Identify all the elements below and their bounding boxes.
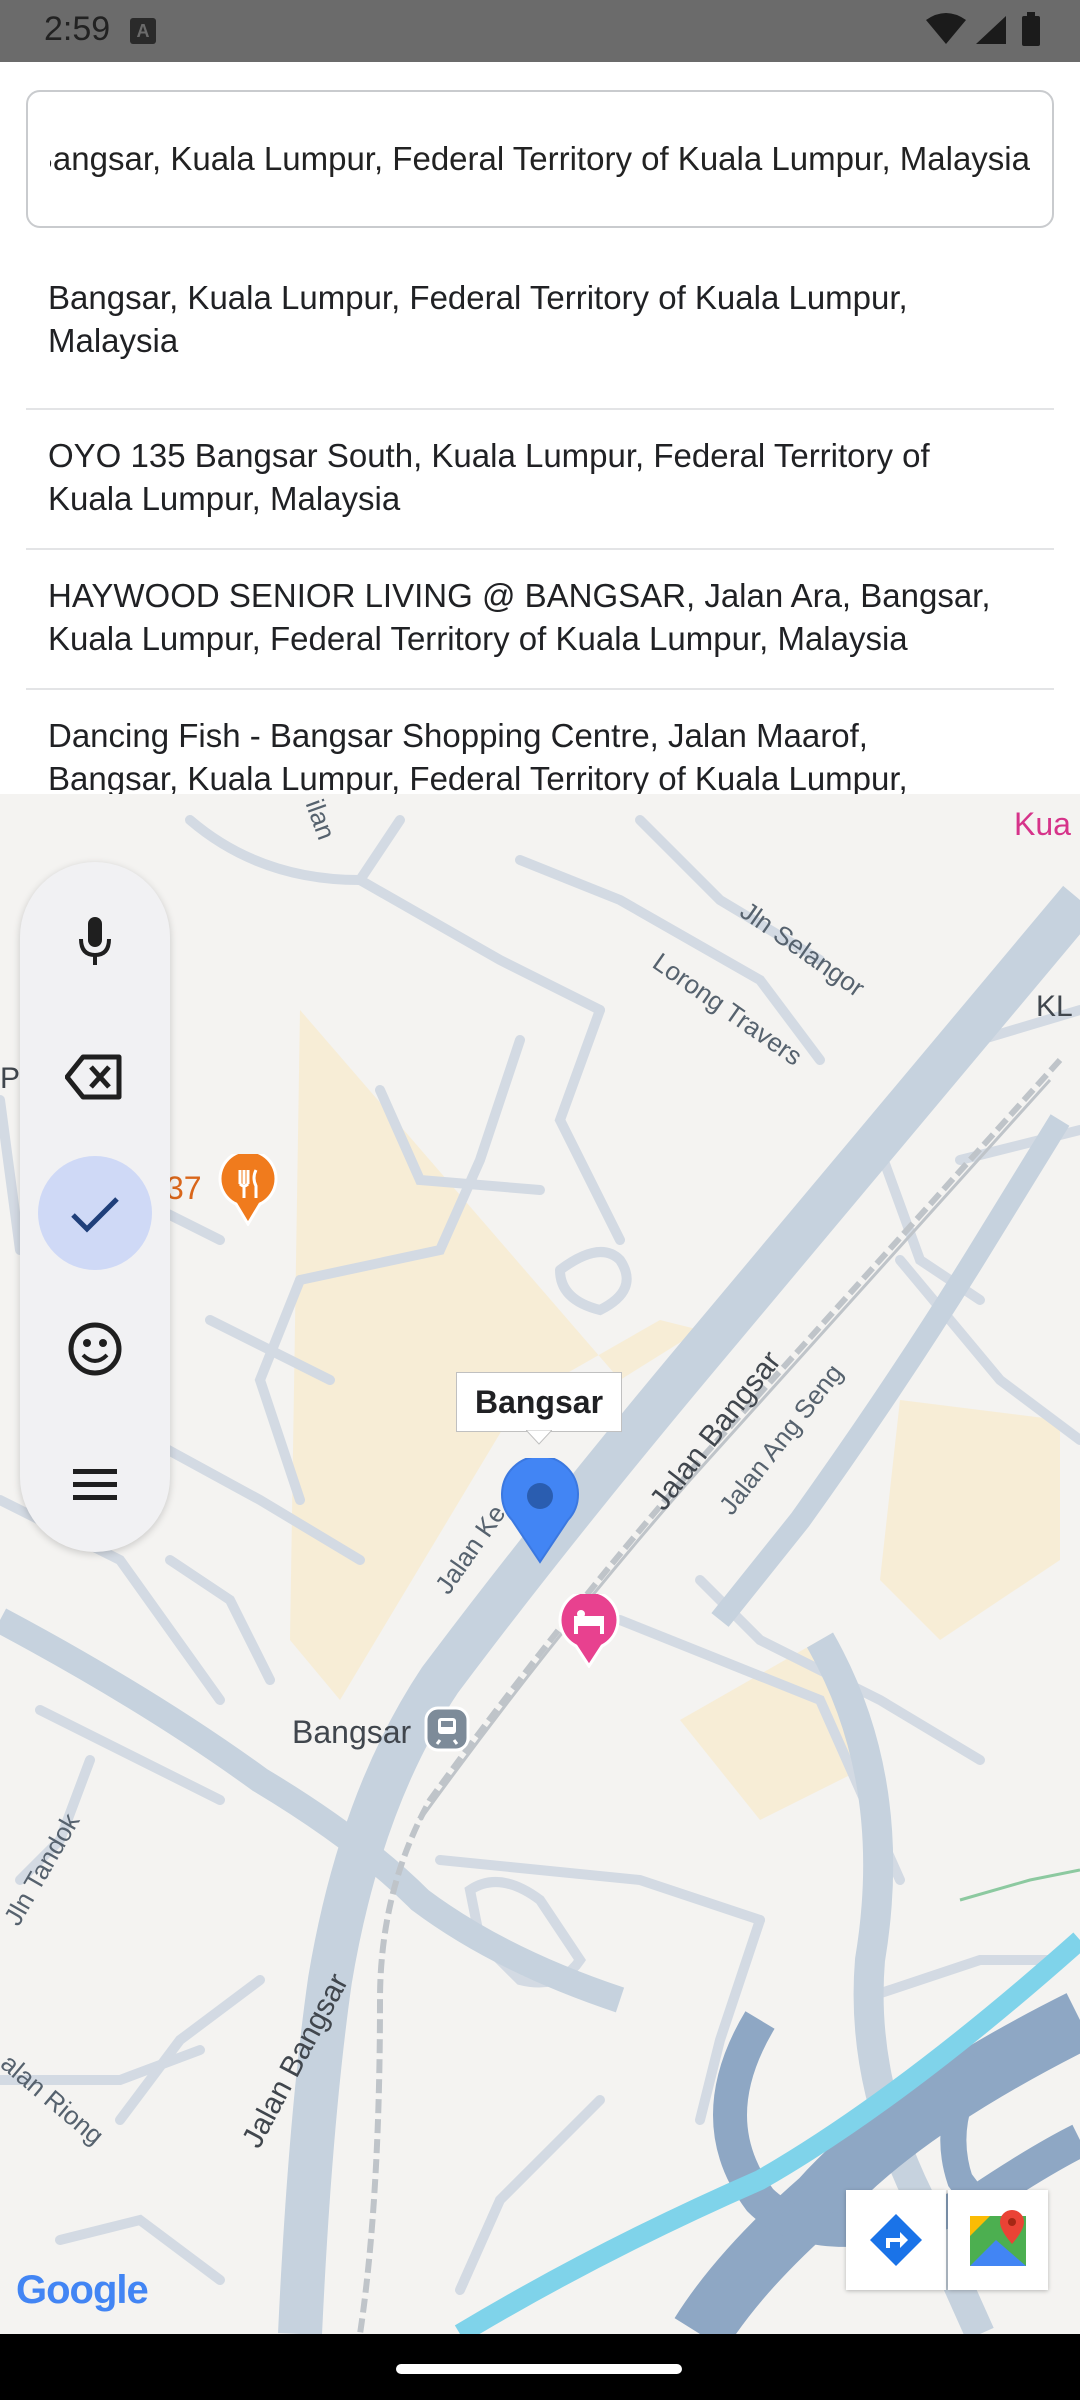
search-panel: Bangsar, Kuala Lumpur, Federal Territory… [0, 62, 1080, 794]
menu-icon [73, 1469, 117, 1500]
navigation-bar [0, 2334, 1080, 2400]
location-marker-icon[interactable] [500, 1458, 580, 1564]
notification-icon: A [130, 18, 156, 44]
battery-icon [1022, 16, 1040, 46]
attribution-text: Google [16, 2268, 149, 2312]
street-label: P [0, 1062, 21, 1095]
google-maps-icon [970, 2210, 1026, 2266]
microphone-icon [79, 917, 111, 965]
directions-button[interactable] [846, 2190, 946, 2290]
marker-label: Bangsar [474, 1384, 604, 1420]
suggestion-item[interactable]: HAYWOOD SENIOR LIVING @ BANGSAR, Jalan A… [26, 550, 1054, 690]
done-button[interactable] [38, 1156, 152, 1270]
keyboard-toolbar [20, 862, 170, 1552]
suggestion-item[interactable]: OYO 135 Bangsar South, Kuala Lumpur, Fed… [26, 410, 1054, 550]
directions-icon [870, 2214, 922, 2266]
suggestion-item[interactable]: Dancing Fish - Bangsar Shopping Centre, … [26, 690, 1054, 794]
suggestion-line: Bangsar, Kuala Lumpur, Federal Territory… [48, 279, 908, 316]
emoji-icon [68, 1322, 122, 1376]
commercial-area [880, 1400, 1060, 1640]
street-label: KL [1036, 990, 1073, 1023]
status-time: 2:59 [44, 10, 111, 48]
backspace-button[interactable] [38, 1020, 152, 1134]
suggestion-line: OYO 135 Bangsar South, Kuala Lumpur, Fed… [48, 437, 930, 474]
suggestion-line: Bangsar, Kuala Lumpur, Federal Territory… [48, 760, 908, 794]
callout-pointer [526, 1430, 552, 1445]
station-label: Bangsar [292, 1714, 412, 1750]
voice-input-button[interactable] [38, 884, 152, 998]
marker-callout: Bangsar [456, 1372, 622, 1432]
train-station-icon[interactable] [424, 1706, 470, 1752]
poi-number: 37 [166, 1170, 202, 1206]
street-label: Kua [1014, 806, 1071, 842]
menu-button[interactable] [38, 1428, 152, 1542]
home-handle[interactable] [396, 2364, 682, 2374]
emoji-button[interactable] [38, 1292, 152, 1406]
suggestion-item[interactable]: Bangsar, Kuala Lumpur, Federal Territory… [26, 270, 1054, 410]
suggestion-line: Kuala Lumpur, Federal Territory of Kuala… [48, 620, 908, 657]
signal-icon [976, 16, 1006, 44]
open-in-maps-button[interactable] [948, 2190, 1048, 2290]
backspace-icon [65, 1054, 122, 1100]
search-input[interactable] [28, 92, 1052, 226]
google-logo: Google [16, 2268, 149, 2313]
suggestion-line: Malaysia [48, 322, 179, 359]
restaurant-icon[interactable] [218, 1154, 278, 1226]
system-icons [926, 12, 1040, 46]
suggestion-line: Kuala Lumpur, Malaysia [48, 480, 401, 517]
check-icon [71, 1197, 119, 1233]
status-bar: 2:59 A [0, 0, 1080, 62]
hotel-icon[interactable] [558, 1594, 620, 1668]
suggestion-line: HAYWOOD SENIOR LIVING @ BANGSAR, Jalan A… [48, 577, 991, 614]
wifi-icon [926, 13, 966, 44]
suggestion-line: Dancing Fish - Bangsar Shopping Centre, … [48, 717, 868, 754]
search-box[interactable] [26, 90, 1054, 228]
